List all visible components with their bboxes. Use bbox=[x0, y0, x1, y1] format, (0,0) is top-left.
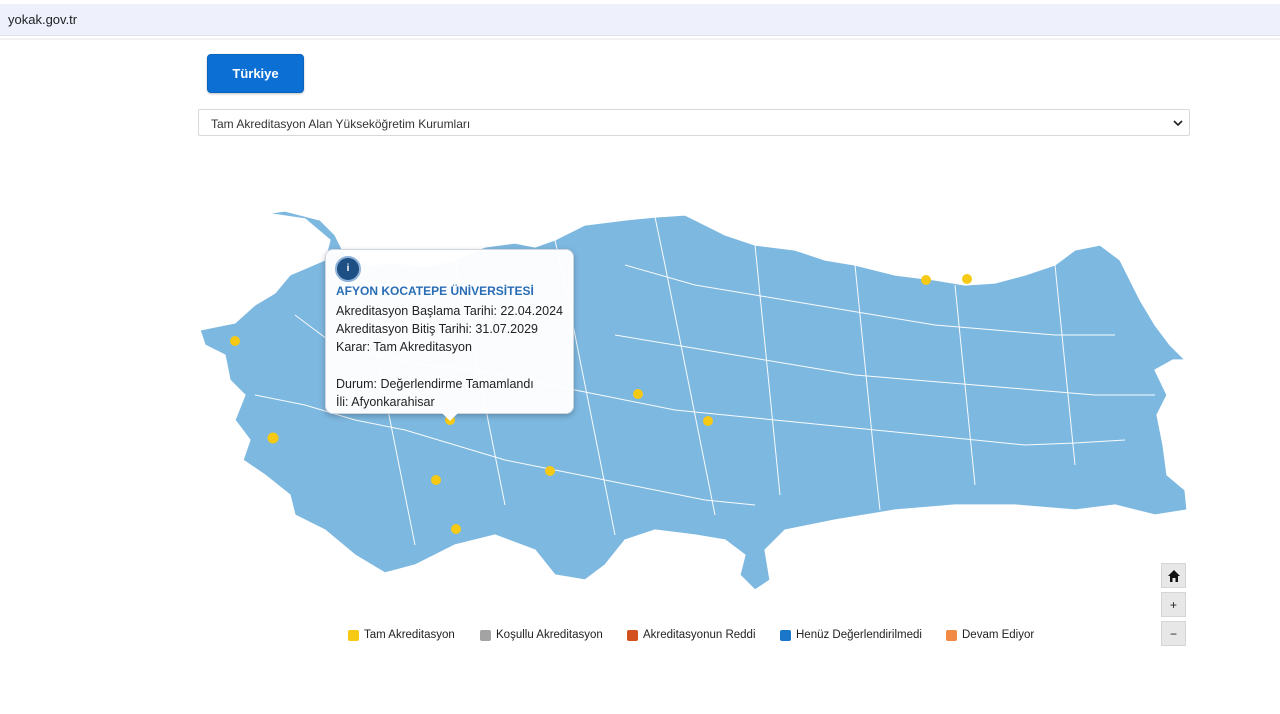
legend-item-devam[interactable]: Devam Ediyor bbox=[946, 628, 1034, 642]
marker bbox=[962, 274, 972, 284]
select-value: Tam Akreditasyon Alan Yükseköğretim Kuru… bbox=[211, 117, 471, 131]
legend-label: Henüz Değerlendirilmedi bbox=[796, 629, 922, 641]
turkiye-button-label: Türkiye bbox=[232, 66, 279, 81]
popup-title: AFYON KOCATEPE ÜNİVERSİTESİ bbox=[336, 284, 534, 298]
legend-swatch bbox=[946, 629, 957, 641]
legend-swatch bbox=[627, 629, 638, 641]
marker bbox=[545, 466, 555, 476]
marker bbox=[921, 275, 931, 285]
legend-item-kosullu[interactable]: Koşullu Akreditasyon bbox=[480, 628, 603, 642]
marker bbox=[451, 524, 461, 534]
zoom-out-label: − bbox=[1169, 626, 1177, 641]
popup-pointer bbox=[442, 413, 458, 421]
accreditation-end: Akreditasyon Bitiş Tarihi: 31.07.2029 bbox=[336, 322, 538, 336]
zoom-in-label: + bbox=[1169, 597, 1177, 612]
legend-swatch bbox=[780, 629, 791, 641]
zoom-in-button[interactable]: + bbox=[1161, 592, 1186, 617]
accreditation-decision: Karar: Tam Akreditasyon bbox=[336, 340, 472, 354]
evaluation-status: Durum: Değerlendirme Tamamlandı bbox=[336, 377, 534, 391]
university-info-popup: i AFYON KOCATEPE ÜNİVERSİTESİ Akreditasy… bbox=[325, 249, 574, 414]
zoom-out-button[interactable]: − bbox=[1161, 621, 1186, 646]
university-logo-icon: i bbox=[335, 256, 361, 282]
legend-label: Devam Ediyor bbox=[962, 629, 1035, 641]
home-icon bbox=[1167, 569, 1180, 582]
divider bbox=[0, 38, 1280, 40]
chevron-down-icon bbox=[1173, 120, 1183, 127]
marker bbox=[267, 432, 279, 444]
accreditation-start: Akreditasyon Başlama Tarihi: 22.04.2024 bbox=[336, 304, 563, 318]
legend-item-tam[interactable]: Tam Akreditasyon bbox=[348, 628, 455, 642]
legend-item-henuz[interactable]: Henüz Değerlendirilmedi bbox=[780, 628, 922, 642]
turkiye-button[interactable]: Türkiye bbox=[207, 54, 304, 93]
marker bbox=[230, 336, 240, 346]
address-bar[interactable]: yokak.gov.tr bbox=[0, 4, 1280, 36]
institution-filter-select[interactable]: Tam Akreditasyon Alan Yükseköğretim Kuru… bbox=[198, 109, 1190, 136]
legend-label: Koşullu Akreditasyon bbox=[496, 629, 603, 641]
legend-swatch bbox=[480, 629, 491, 641]
marker bbox=[703, 416, 713, 426]
legend-swatch bbox=[348, 629, 359, 641]
province: İli: Afyonkarahisar bbox=[336, 395, 435, 409]
legend-label: Akreditasyonun Reddi bbox=[643, 629, 756, 641]
marker bbox=[633, 389, 643, 399]
marker bbox=[431, 475, 441, 485]
url-text[interactable]: yokak.gov.tr bbox=[8, 12, 77, 27]
legend-item-reddi[interactable]: Akreditasyonun Reddi bbox=[627, 628, 756, 642]
home-button[interactable] bbox=[1161, 563, 1186, 588]
legend-label: Tam Akreditasyon bbox=[364, 629, 455, 641]
